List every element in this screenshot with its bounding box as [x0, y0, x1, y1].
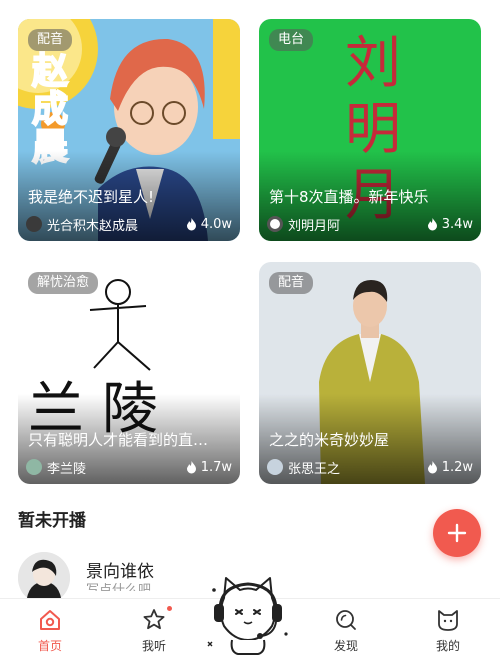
tab-discover[interactable]: 发现: [316, 607, 376, 663]
tab-label: 首页: [37, 639, 62, 653]
author-name: 张思王之: [288, 461, 341, 477]
author-avatar: [26, 459, 42, 475]
tab-listen[interactable]: 我听: [124, 607, 184, 663]
heat-value: 4.0w: [200, 216, 232, 232]
card-title: 只有聪明人才能看到的直…: [28, 431, 209, 449]
mascot-cat-icon[interactable]: [202, 568, 294, 658]
card-meta: 刘明月阿 3.4w: [267, 215, 473, 234]
card-title: 第十8次直播。新年快乐: [269, 188, 429, 206]
author-avatar: [267, 216, 283, 232]
category-badge: 配音: [269, 272, 314, 294]
room-card[interactable]: 配音 之之的米奇妙妙屋 张思王之 1.2w: [259, 262, 481, 484]
heat-value: 3.4w: [441, 216, 473, 232]
discover-icon: [336, 610, 356, 630]
category-badge: 解忧治愈: [28, 272, 99, 294]
tab-home[interactable]: 首页: [20, 607, 80, 663]
card-art-text: 赵成晨: [31, 51, 69, 168]
category-badge: 配音: [28, 29, 73, 51]
heat-count: 1.2w: [427, 460, 473, 475]
card-meta: 光合积木赵成晨 4.0w: [26, 215, 232, 234]
card-meta: 张思王之 1.2w: [267, 458, 473, 477]
tab-label: 我的: [435, 639, 460, 653]
author-name: 李兰陵: [47, 461, 87, 477]
profile-cat-icon: [438, 610, 458, 631]
tab-profile[interactable]: 我的: [418, 607, 478, 663]
heat-count: 4.0w: [186, 217, 232, 232]
create-room-button[interactable]: [433, 509, 481, 557]
tab-label: 我听: [141, 639, 166, 653]
author-name: 光合积木赵成晨: [47, 218, 139, 234]
heat-count: 1.7w: [186, 460, 232, 475]
tab-label: 发现: [333, 639, 358, 653]
flame-icon: [186, 217, 196, 230]
room-card[interactable]: 赵成晨 配音 我是绝不迟到星人! 光合积木赵成晨 4.0w: [18, 19, 240, 241]
author-name: 刘明月阿: [288, 218, 341, 234]
author-avatar: [267, 459, 283, 475]
author-avatar: [26, 216, 42, 232]
flame-icon: [427, 217, 437, 230]
star-icon: [143, 609, 165, 630]
avatar: [18, 552, 70, 604]
room-name: 景向谁依: [86, 562, 154, 582]
heat-value: 1.2w: [441, 459, 473, 475]
room-subtitle: 写点什么吧: [86, 583, 152, 591]
home-icon: [40, 610, 60, 630]
category-badge: 电台: [269, 29, 314, 51]
flame-icon: [186, 460, 196, 473]
room-card[interactable]: 兰陵 解忧治愈 只有聪明人才能看到的直… 李兰陵 1.7w: [18, 262, 240, 484]
room-card[interactable]: 刘明月 电台 第十8次直播。新年快乐 刘明月阿 3.4w: [259, 19, 481, 241]
section-title: 暂未开播: [18, 511, 86, 531]
plus-icon: [447, 523, 467, 543]
flame-icon: [427, 460, 437, 473]
heat-count: 3.4w: [427, 217, 473, 232]
card-title: 之之的米奇妙妙屋: [269, 431, 390, 449]
card-meta: 李兰陵 1.7w: [26, 458, 232, 477]
card-title: 我是绝不迟到星人!: [28, 188, 155, 206]
avatar-illustration: [18, 552, 70, 604]
notification-dot: [167, 606, 172, 611]
heat-value: 1.7w: [200, 459, 232, 475]
